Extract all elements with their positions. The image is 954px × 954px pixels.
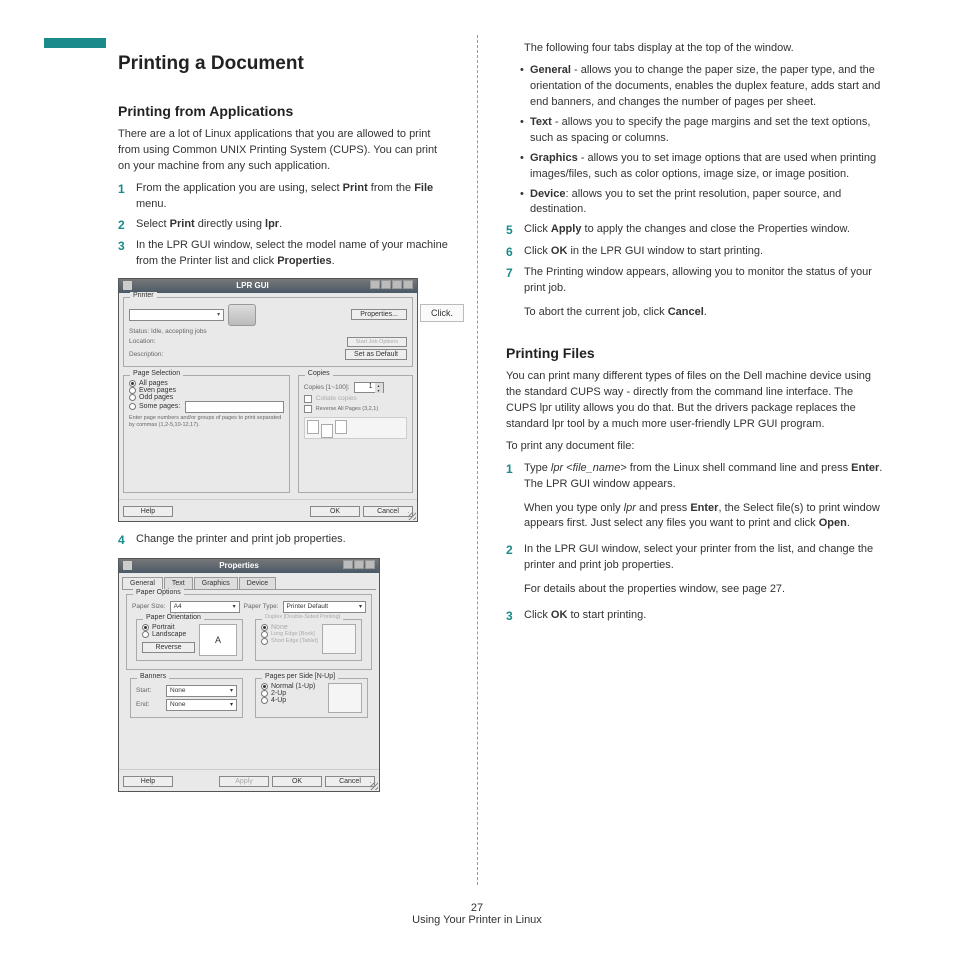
page-footer: 27 Using Your Printer in Linux bbox=[0, 902, 954, 926]
page-selection-fieldset: Page Selection All pages Even pages Odd … bbox=[123, 375, 290, 493]
help-button[interactable]: Help bbox=[123, 776, 173, 787]
paper-size-combo[interactable]: A4▾ bbox=[170, 601, 240, 613]
file-step-3: 3 Click OK to start printing. bbox=[506, 608, 884, 625]
section-heading-apps: Printing from Applications bbox=[118, 103, 449, 119]
cancel-button[interactable]: Cancel bbox=[363, 506, 413, 517]
description-label: Description: bbox=[129, 351, 163, 358]
nup-fieldset: Pages per Side [N-Up] Normal (1-Up) 2-Up… bbox=[255, 678, 368, 718]
bullet-general: • General - allows you to change the pap… bbox=[506, 63, 884, 111]
even-pages-radio[interactable]: Even pages bbox=[129, 387, 284, 394]
window-title: LPR GUI bbox=[136, 281, 369, 290]
start-label: Start: bbox=[136, 687, 162, 694]
status-text: Status: Idle, accepting jobs bbox=[129, 328, 407, 335]
banners-fieldset: Banners Start:None▾ End:None▾ bbox=[130, 678, 243, 718]
step-4: 4 Change the printer and print job prope… bbox=[118, 532, 449, 549]
odd-pages-radio[interactable]: Odd pages bbox=[129, 394, 284, 401]
nup-4-radio[interactable]: 4-Up bbox=[261, 697, 324, 704]
cancel-button[interactable]: Cancel bbox=[325, 776, 375, 787]
page-hint: Enter page numbers and/or groups of page… bbox=[129, 415, 284, 428]
printer-fieldset: Printer Properties... Status: Idle, acce… bbox=[123, 297, 413, 367]
titlebar: LPR GUI bbox=[119, 279, 417, 293]
window-controls[interactable] bbox=[369, 280, 413, 291]
tabs-intro: The following four tabs display at the t… bbox=[506, 41, 884, 57]
page-number: 27 bbox=[0, 902, 954, 914]
ok-button[interactable]: OK bbox=[310, 506, 360, 517]
step-1: 1 From the application you are using, se… bbox=[118, 181, 449, 213]
end-banner-combo[interactable]: None▾ bbox=[166, 699, 237, 711]
tab-general[interactable]: General bbox=[122, 577, 163, 589]
intro-text: There are a lot of Linux applications th… bbox=[118, 127, 449, 175]
decorative-bar bbox=[44, 38, 106, 48]
all-pages-radio[interactable]: All pages bbox=[129, 380, 284, 387]
step-6: 6 Click OK in the LPR GUI window to star… bbox=[506, 244, 884, 261]
duplex-preview bbox=[322, 624, 356, 654]
set-default-button[interactable]: Set as Default bbox=[345, 349, 407, 360]
reverse-check[interactable] bbox=[304, 405, 312, 413]
tabs: General Text Graphics Device bbox=[122, 577, 376, 589]
step-3: 3 In the LPR GUI window, select the mode… bbox=[118, 238, 449, 270]
tab-device[interactable]: Device bbox=[239, 577, 276, 589]
help-button[interactable]: Help bbox=[123, 506, 173, 517]
some-pages-radio[interactable]: Some pages: bbox=[129, 401, 284, 413]
tab-text[interactable]: Text bbox=[164, 577, 193, 589]
nup-1-radio[interactable]: Normal (1-Up) bbox=[261, 683, 324, 690]
tab-graphics[interactable]: Graphics bbox=[194, 577, 238, 589]
paper-options-fieldset: Paper Options Paper Size: A4▾ Paper Type… bbox=[126, 594, 372, 670]
file-step-2: 2 In the LPR GUI window, select your pri… bbox=[506, 542, 884, 604]
copies-fieldset: Copies Copies [1~100]: 1▴▾ Collate copie… bbox=[298, 375, 413, 493]
window-icon bbox=[123, 281, 132, 290]
collate-check[interactable] bbox=[304, 395, 312, 403]
start-job-button[interactable]: Start Job Options bbox=[347, 337, 408, 347]
ok-button[interactable]: OK bbox=[272, 776, 322, 787]
click-callout: Click. bbox=[420, 304, 464, 322]
window-title: Properties bbox=[136, 561, 342, 570]
files-intro: You can print many different types of fi… bbox=[506, 369, 884, 433]
end-label: End: bbox=[136, 701, 162, 708]
section-heading-files: Printing Files bbox=[506, 345, 884, 361]
window-icon bbox=[123, 561, 132, 570]
file-step-1: 1 Type lpr <file_name> from the Linux sh… bbox=[506, 461, 884, 539]
bullet-device: • Device: allows you to set the print re… bbox=[506, 187, 884, 219]
location-label: Location: bbox=[129, 338, 155, 345]
files-lead: To print any document file: bbox=[506, 439, 884, 455]
window-controls[interactable] bbox=[342, 560, 375, 571]
resize-grip[interactable] bbox=[408, 512, 416, 520]
paper-size-label: Paper Size: bbox=[132, 603, 166, 610]
page-title: Printing a Document bbox=[118, 53, 449, 75]
bullet-text: • Text - allows you to specify the page … bbox=[506, 115, 884, 147]
orientation-preview: A bbox=[199, 624, 237, 656]
duplex-long-radio[interactable]: Long Edge [Book] bbox=[261, 631, 318, 638]
paper-type-combo[interactable]: Printer Default▾ bbox=[283, 601, 366, 613]
step-5: 5 Click Apply to apply the changes and c… bbox=[506, 222, 884, 239]
printer-icon bbox=[228, 304, 256, 326]
titlebar: Properties bbox=[119, 559, 379, 573]
step-2: 2 Select Print directly using lpr. bbox=[118, 217, 449, 234]
duplex-fieldset: Duplex [Double-Sided Printing] None Long… bbox=[255, 619, 362, 661]
resize-grip[interactable] bbox=[370, 782, 378, 790]
nup-2-radio[interactable]: 2-Up bbox=[261, 690, 324, 697]
paper-type-label: Paper Type: bbox=[244, 603, 279, 610]
step-7: 7 The Printing window appears, allowing … bbox=[506, 265, 884, 327]
reverse-button[interactable]: Reverse bbox=[142, 642, 195, 653]
properties-window: Properties General Text Graphics Device … bbox=[118, 558, 380, 792]
printer-combo[interactable] bbox=[129, 309, 224, 321]
duplex-none-radio[interactable]: None bbox=[261, 624, 318, 631]
duplex-short-radio[interactable]: Short Edge [Tablet] bbox=[261, 638, 318, 645]
copies-spinner[interactable]: 1▴▾ bbox=[354, 382, 384, 393]
landscape-radio[interactable]: Landscape bbox=[142, 631, 195, 638]
start-banner-combo[interactable]: None▾ bbox=[166, 685, 237, 697]
portrait-radio[interactable]: Portrait bbox=[142, 624, 195, 631]
nup-preview bbox=[328, 683, 362, 713]
properties-button[interactable]: Properties... bbox=[351, 309, 407, 320]
apply-button[interactable]: Apply bbox=[219, 776, 269, 787]
footer-text: Using Your Printer in Linux bbox=[0, 914, 954, 926]
bullet-graphics: • Graphics - allows you to set image opt… bbox=[506, 151, 884, 183]
lpr-gui-window: LPR GUI Printer Properties... Status: Id… bbox=[118, 278, 418, 522]
copies-label: Copies [1~100]: bbox=[304, 384, 350, 391]
orientation-fieldset: Paper Orientation Portrait Landscape Rev… bbox=[136, 619, 243, 661]
